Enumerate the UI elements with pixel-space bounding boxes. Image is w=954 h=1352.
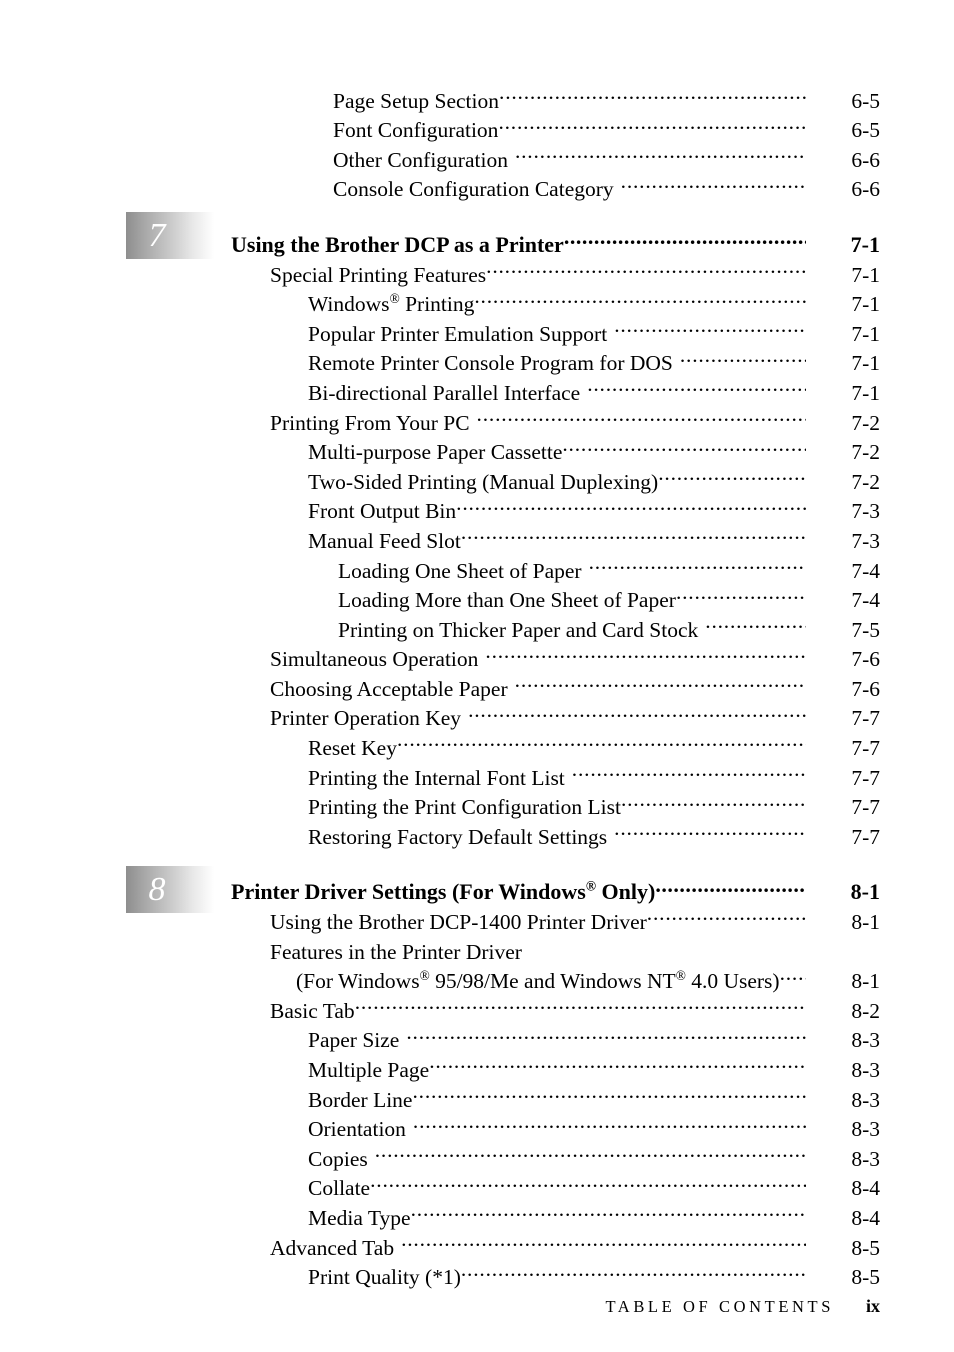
registered-mark: ® — [389, 291, 400, 306]
dot-leader — [485, 637, 806, 667]
toc-entry[interactable]: Popular Printer Emulation Support 7-1 — [0, 311, 954, 346]
toc-entry[interactable]: Remote Printer Console Program for DOS 7… — [0, 341, 954, 376]
toc-entry[interactable]: Font Configuration 6-5 — [0, 108, 954, 143]
toc-entry[interactable]: Print Quality (*1) 8-5 — [0, 1255, 954, 1290]
registered-mark: ® — [419, 968, 430, 984]
toc-entry[interactable]: Simultaneous Operation 7-6 — [0, 637, 954, 672]
dot-leader — [705, 607, 806, 637]
toc-entry[interactable]: Special Printing Features 7-1 — [0, 252, 954, 287]
dot-leader — [456, 489, 806, 519]
dot-leader — [680, 341, 806, 371]
dot-leader — [370, 1166, 806, 1196]
toc-entry[interactable]: Restoring Factory Default Settings 7-7 — [0, 814, 954, 849]
dot-leader — [429, 1047, 806, 1077]
toc-entry[interactable]: Front Output Bin 7-3 — [0, 489, 954, 524]
dot-leader — [522, 929, 806, 959]
toc-entry-title: Restoring Factory Default Settings — [308, 824, 608, 849]
toc-entry[interactable]: Basic Tab 8-2 — [0, 988, 954, 1023]
dot-leader — [461, 518, 806, 548]
toc-entry[interactable]: Collate 8-4 — [0, 1166, 954, 1201]
toc-entry[interactable]: Two-Sided Printing (Manual Duplexing) 7-… — [0, 459, 954, 494]
toc-chapter-entry[interactable]: Printer Driver Settings (For Windows® On… — [0, 870, 954, 905]
dot-leader — [401, 1225, 806, 1255]
dot-leader — [411, 1195, 806, 1225]
toc-entry[interactable]: Media Type 8-4 — [0, 1195, 954, 1230]
dot-leader — [474, 282, 806, 312]
dot-leader — [499, 78, 806, 108]
toc-entry[interactable]: Advanced Tab 8-5 — [0, 1225, 954, 1260]
dot-leader — [655, 870, 806, 900]
toc-entry[interactable]: Copies 8-3 — [0, 1136, 954, 1171]
toc-entry[interactable]: Printing on Thicker Paper and Card Stock… — [0, 607, 954, 642]
dot-leader — [587, 370, 806, 400]
dot-leader — [621, 167, 806, 197]
toc-entry[interactable]: Choosing Acceptable Paper 7-6 — [0, 666, 954, 701]
dot-leader — [412, 1077, 806, 1107]
dot-leader — [397, 725, 806, 755]
dot-leader — [477, 400, 806, 430]
dot-leader — [564, 222, 806, 252]
page-footer: TABLE OF CONTENTS ix — [0, 1296, 954, 1324]
toc-entry[interactable]: Manual Feed Slot 7-3 — [0, 518, 954, 553]
dot-leader — [375, 1136, 806, 1166]
dot-leader — [589, 548, 806, 578]
dot-leader — [621, 785, 806, 815]
toc-entry[interactable]: Loading One Sheet of Paper 7-4 — [0, 548, 954, 583]
registered-mark: ® — [675, 968, 686, 984]
toc-entry-wrapped-first-line[interactable]: Features in the Printer Driver — [0, 929, 954, 964]
toc-entry[interactable]: Paper Size 8-3 — [0, 1018, 954, 1053]
dot-leader — [780, 959, 806, 989]
toc-entry-list: Page Setup Section 6-5 Font Configuratio… — [0, 78, 954, 1290]
toc-entry-title: Console Configuration Category — [333, 177, 614, 202]
toc-entry[interactable]: Border Line 8-3 — [0, 1077, 954, 1112]
dot-leader — [658, 459, 806, 489]
toc-entry[interactable]: Printing the Internal Font List 7-7 — [0, 755, 954, 790]
toc-entry[interactable]: Loading More than One Sheet of Paper 7-4 — [0, 578, 954, 613]
toc-entry-page: 7-7 — [851, 824, 880, 849]
registered-mark: ® — [585, 879, 597, 895]
dot-leader — [572, 755, 806, 785]
dot-leader — [676, 578, 806, 608]
toc-entry[interactable]: Printing the Print Configuration List 7-… — [0, 785, 954, 820]
dot-leader — [468, 696, 806, 726]
dot-leader — [486, 252, 806, 282]
toc-entry[interactable]: Page Setup Section 6-5 — [0, 78, 954, 113]
toc-entry-title: Print Quality (*1) — [308, 1265, 461, 1290]
dot-leader — [498, 108, 806, 138]
toc-entry[interactable]: Printer Operation Key 7-7 — [0, 696, 954, 731]
toc-entry-page: 6-6 — [851, 177, 880, 202]
toc-entry-wrapped-second-line[interactable]: (For Windows® 95/98/Me and Windows NT® 4… — [0, 959, 954, 994]
dot-leader — [413, 1107, 806, 1137]
dot-leader — [461, 1255, 806, 1285]
dot-leader — [355, 988, 806, 1018]
toc-entry[interactable]: Multi-purpose Paper Cassette 7-2 — [0, 430, 954, 465]
footer-title: TABLE OF CONTENTS — [605, 1297, 834, 1316]
dot-leader — [562, 430, 806, 460]
toc-entry[interactable]: Console Configuration Category 6-6 — [0, 167, 954, 202]
toc-chapter-entry[interactable]: Using the Brother DCP as a Printer 7-1 — [0, 222, 954, 257]
toc-entry-page: 8-5 — [851, 1265, 880, 1290]
toc-entry[interactable]: Orientation 8-3 — [0, 1107, 954, 1142]
dot-leader — [614, 814, 806, 844]
toc-entry[interactable]: Printing From Your PC 7-2 — [0, 400, 954, 435]
toc-entry[interactable]: Windows® Printing 7-1 — [0, 282, 954, 317]
dot-leader — [614, 311, 806, 341]
dot-leader — [515, 137, 806, 167]
toc-page: 7 8 Page Setup Section 6-5 Font Configur… — [0, 0, 954, 1352]
toc-entry[interactable]: Multiple Page 8-3 — [0, 1047, 954, 1082]
toc-entry[interactable]: Bi-directional Parallel Interface 7-1 — [0, 370, 954, 405]
dot-leader — [515, 666, 806, 696]
footer-page-number: ix — [865, 1296, 880, 1316]
toc-entry[interactable]: Other Configuration 6-6 — [0, 137, 954, 172]
dot-leader — [406, 1018, 806, 1048]
toc-entry[interactable]: Using the Brother DCP-1400 Printer Drive… — [0, 899, 954, 934]
dot-leader — [647, 899, 806, 929]
toc-entry[interactable]: Reset Key 7-7 — [0, 725, 954, 760]
